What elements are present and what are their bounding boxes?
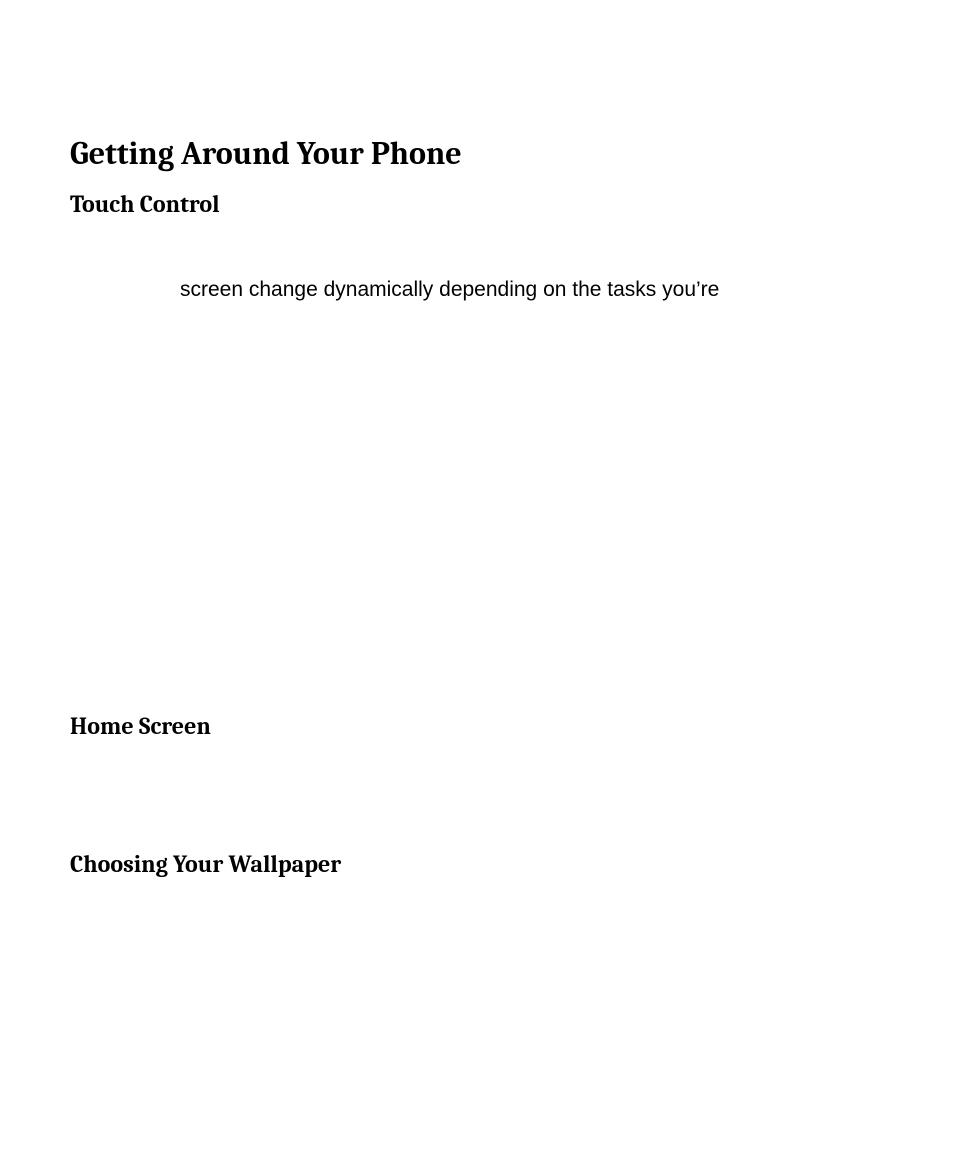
page-title: Getting Around Your Phone	[70, 135, 884, 172]
touch-control-body-text: screen change dynamically depending on t…	[180, 278, 884, 302]
choosing-wallpaper-heading: Choosing Your Wallpaper	[70, 850, 884, 878]
home-screen-heading: Home Screen	[70, 712, 884, 740]
touch-control-heading: Touch Control	[70, 190, 884, 218]
